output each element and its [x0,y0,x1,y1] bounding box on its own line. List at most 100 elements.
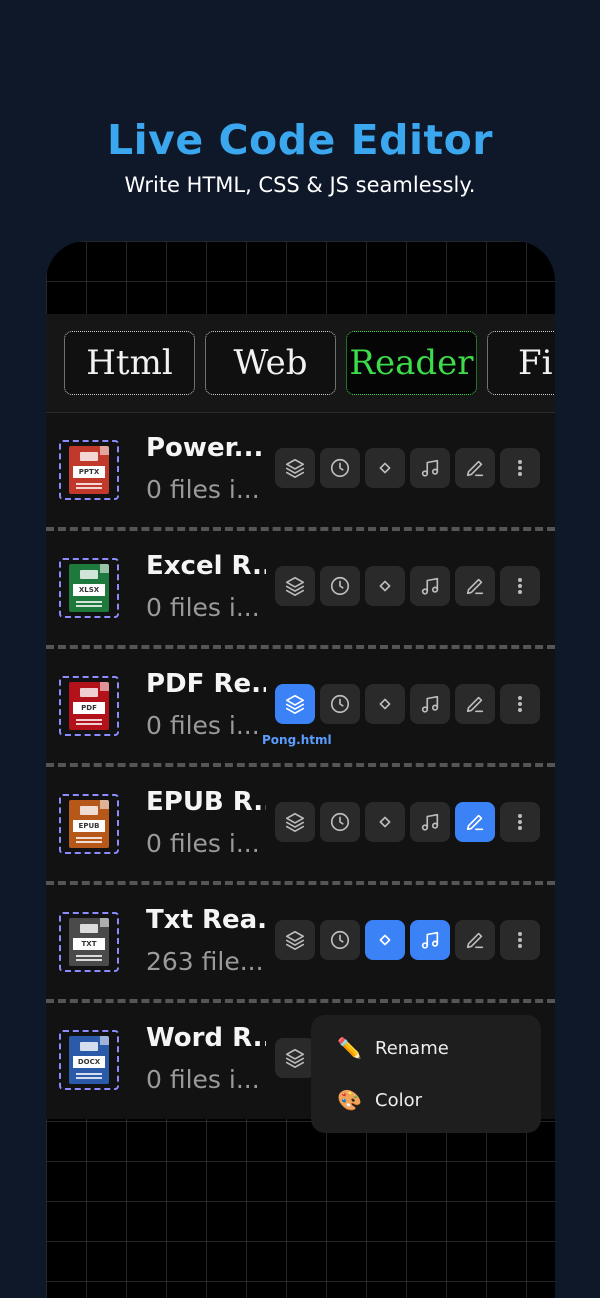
layers-button[interactable] [275,802,315,842]
file-row-title: Excel R... [146,551,266,581]
music-icon [421,577,439,595]
clock-button[interactable] [320,802,360,842]
phone-screen: Html Web Reader Fi PPTX Power... 0 files i… [46,241,555,1298]
file-row-title: PDF Re... [146,669,266,699]
clock-button[interactable] [320,566,360,606]
drag-file-caption: Pong.html [262,733,332,747]
pencil-icon [466,696,484,713]
file-row-title: EPUB R... [146,787,266,817]
file-type-icon: XLSX [59,558,119,618]
layers-button[interactable] [275,920,315,960]
layers-icon [285,930,305,950]
file-type-label: TXT [73,938,105,950]
music-button[interactable] [410,448,450,488]
diamond-button[interactable] [365,684,405,724]
file-type-label: XLSX [73,584,105,596]
menu-item-rename[interactable]: ✏️ Rename [337,1033,449,1063]
file-type-icon: EPUB [59,794,119,854]
clock-button[interactable] [320,684,360,724]
pencil-button[interactable] [455,684,495,724]
file-row[interactable]: XLSX Excel R... 0 files i... [46,531,555,649]
more-icon [517,814,523,830]
pencil-button[interactable] [455,448,495,488]
hero-title: Live Code Editor [106,116,494,164]
file-list: PPTX Power... 0 files i... XLSX Excel R... 0 … [46,413,555,1119]
menu-item-label: Color [375,1089,422,1111]
music-button[interactable] [410,802,450,842]
tab-html[interactable]: Html [64,331,195,395]
tab-files[interactable]: Fi [487,331,555,395]
layers-icon [285,812,305,832]
music-icon [421,813,439,831]
pencil-icon [466,814,484,831]
tab-reader[interactable]: Reader [346,331,477,395]
layers-icon [285,1048,305,1068]
more-button[interactable] [500,684,540,724]
more-button[interactable] [500,566,540,606]
diamond-icon [379,934,391,946]
more-button[interactable] [500,920,540,960]
pencil-icon [466,578,484,595]
file-type-label: PPTX [73,466,105,478]
layers-button[interactable] [275,448,315,488]
file-row-subtitle: 0 files i... [146,593,260,622]
diamond-icon [379,462,391,474]
clock-button[interactable] [320,920,360,960]
more-icon [517,578,523,594]
diamond-icon [379,698,391,710]
file-row[interactable]: PDF PDF Re... 0 files i...Pong.html [46,649,555,767]
music-button[interactable] [410,920,450,960]
pencil-emoji-icon: ✏️ [337,1036,362,1060]
file-row[interactable]: TXT Txt Rea... 263 file... [46,885,555,1003]
file-row-title: Txt Rea... [146,905,266,935]
diamond-icon [379,816,391,828]
tab-web[interactable]: Web [205,331,336,395]
pencil-button[interactable] [455,802,495,842]
hero-subtitle: Write HTML, CSS & JS seamlessly. [124,173,476,197]
file-type-label: PDF [73,702,105,714]
music-icon [421,459,439,477]
file-row[interactable]: EPUB EPUB R... 0 files i... [46,767,555,885]
file-row[interactable]: PPTX Power... 0 files i... [46,413,555,531]
context-menu: ✏️ Rename 🎨 Color [311,1015,541,1133]
menu-item-label: Rename [375,1037,449,1059]
palette-emoji-icon: 🎨 [337,1088,362,1112]
layers-button[interactable] [275,684,315,724]
layers-button[interactable] [275,566,315,606]
file-row-subtitle: 0 files i... [146,829,260,858]
pencil-button[interactable] [455,920,495,960]
category-tab-bar: Html Web Reader Fi [46,314,555,413]
more-button[interactable] [500,802,540,842]
clock-icon [330,812,350,832]
file-type-icon: PDF [59,676,119,736]
diamond-button[interactable] [365,566,405,606]
clock-icon [330,694,350,714]
music-icon [421,931,439,949]
file-row-title: Word R... [146,1023,266,1053]
pencil-button[interactable] [455,566,495,606]
clock-button[interactable] [320,448,360,488]
clock-icon [330,930,350,950]
clock-icon [330,576,350,596]
file-row-subtitle: 0 files i... [146,1065,260,1094]
menu-item-color[interactable]: 🎨 Color [337,1085,422,1115]
pencil-icon [466,932,484,949]
diamond-icon [379,580,391,592]
file-type-icon: PPTX [59,440,119,500]
music-button[interactable] [410,566,450,606]
more-icon [517,932,523,948]
more-button[interactable] [500,448,540,488]
layers-icon [285,458,305,478]
diamond-button[interactable] [365,448,405,488]
file-row-title: Power... [146,433,264,463]
more-icon [517,696,523,712]
layers-button[interactable] [275,1038,315,1078]
diamond-button[interactable] [365,920,405,960]
layers-icon [285,694,305,714]
music-icon [421,695,439,713]
diamond-button[interactable] [365,802,405,842]
file-type-label: DOCX [73,1056,105,1068]
file-row-subtitle: 0 files i... [146,711,260,740]
more-icon [517,460,523,476]
music-button[interactable] [410,684,450,724]
